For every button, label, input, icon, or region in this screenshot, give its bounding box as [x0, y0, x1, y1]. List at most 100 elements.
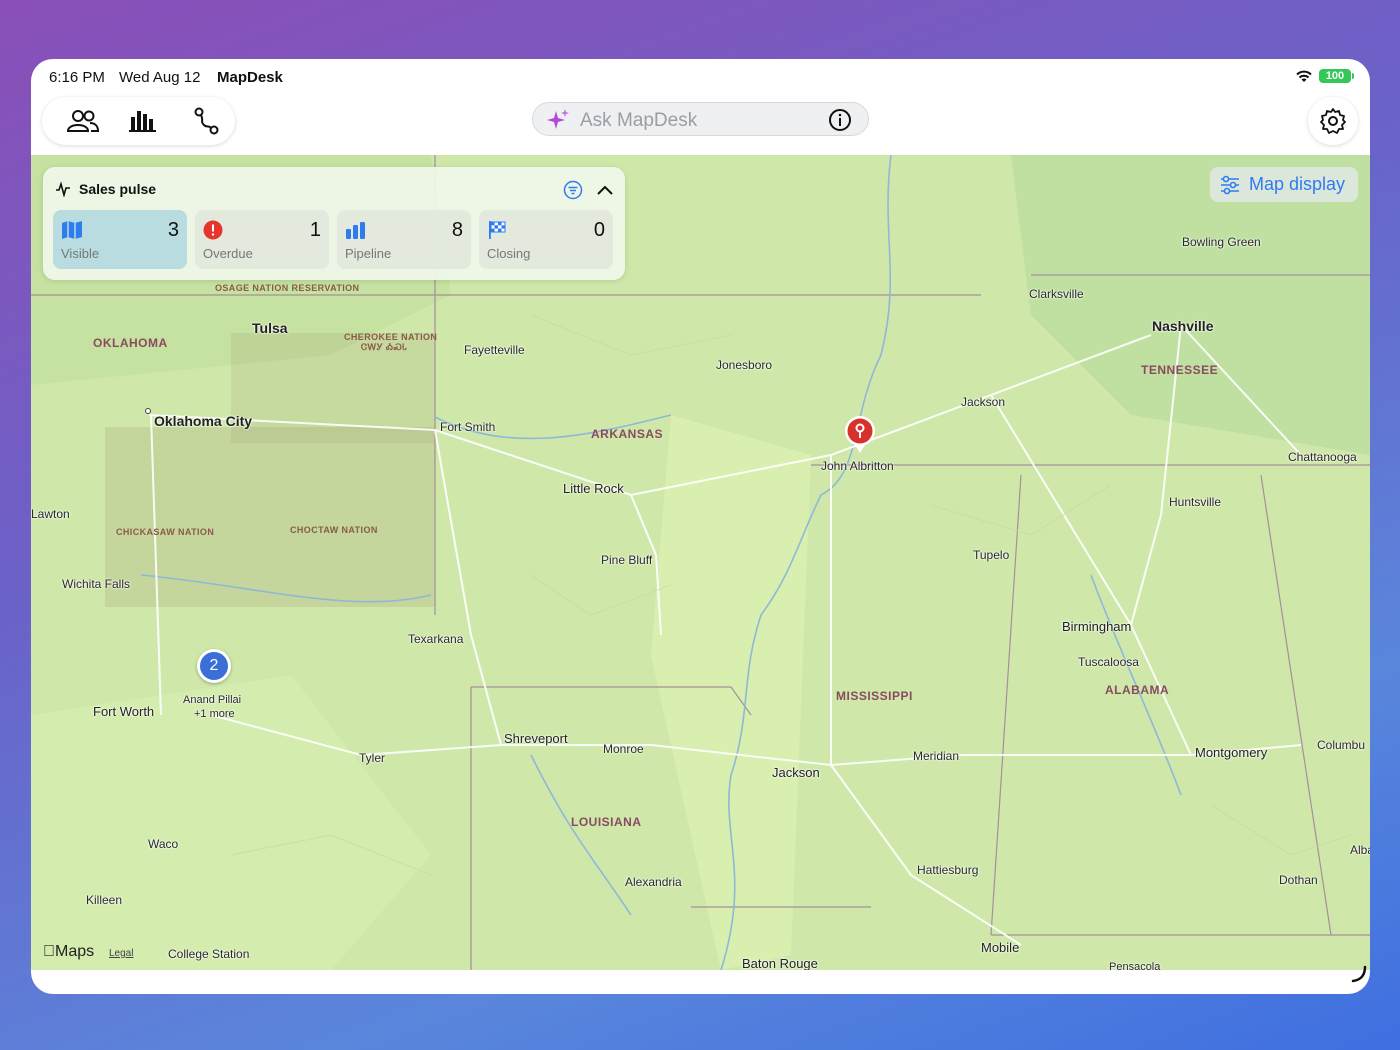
label-oklahoma: OKLAHOMA: [93, 336, 168, 350]
label-osage-nation: OSAGE NATION RESERVATION: [215, 283, 360, 293]
label-cherokee-nation: CHEROKEE NATION: [344, 332, 438, 342]
city-tyler: Tyler: [359, 751, 386, 765]
stat-overdue-label: Overdue: [203, 246, 253, 261]
stat-visible-value: 3: [167, 219, 179, 241]
stat-overdue-value: 1: [309, 219, 321, 241]
contact-pin-overdue[interactable]: [844, 415, 876, 455]
status-time: 6:16 PM: [49, 69, 105, 86]
stat-closing[interactable]: 0 Closing: [479, 210, 613, 269]
map-display-label: Map display: [1249, 174, 1346, 194]
ask-search-field[interactable]: Ask MapDesk: [532, 102, 869, 136]
city-fayetteville: Fayetteville: [464, 343, 525, 357]
gear-icon: [1320, 108, 1346, 134]
city-fort-worth: Fort Worth: [93, 704, 155, 719]
resize-handle-icon[interactable]: [1349, 965, 1367, 983]
chevron-up-icon[interactable]: [595, 180, 615, 200]
stat-closing-label: Closing: [487, 246, 531, 261]
cluster-label-more: +1 more: [194, 708, 235, 720]
city-tulsa: Tulsa: [252, 320, 288, 336]
city-jackson-tn: Jackson: [961, 395, 1006, 409]
sliders-icon: [1221, 175, 1239, 195]
stat-pipeline-value: 8: [451, 219, 463, 241]
label-cherokee-syllabary: ᏣᎳᎩ ᎣᏍᏓ: [361, 342, 408, 352]
stat-visible-label: Visible: [61, 246, 100, 261]
map-display-button[interactable]: Map display: [1210, 167, 1358, 202]
city-oklahoma-city: Oklahoma City: [154, 413, 253, 429]
city-lawton: Lawton: [31, 507, 70, 521]
label-louisiana: LOUISIANA: [571, 815, 642, 829]
city-alexandria: Alexandria: [625, 875, 682, 889]
city-mobile: Mobile: [981, 940, 1020, 955]
city-columbus: Columbu: [1317, 738, 1366, 752]
status-app-name: MapDesk: [217, 69, 283, 86]
label-tennessee: TENNESSEE: [1141, 363, 1219, 377]
flag-icon: [489, 221, 506, 239]
city-killeen: Killeen: [86, 893, 123, 907]
city-tupelo: Tupelo: [973, 548, 1010, 562]
bar-chart-icon: [129, 111, 156, 132]
city-fort-smith: Fort Smith: [440, 420, 496, 434]
stat-visible[interactable]: 3 Visible: [53, 210, 187, 269]
city-pensacola: Pensacola: [1109, 961, 1161, 970]
route-button[interactable]: [187, 105, 227, 137]
stat-pipeline-label: Pipeline: [345, 246, 392, 261]
cluster-label-anand-pillai: Anand Pillai: [183, 694, 242, 706]
city-bowling-green: Bowling Green: [1182, 235, 1261, 249]
activity-icon: [56, 181, 70, 197]
city-baton-rouge: Baton Rouge: [742, 956, 818, 970]
city-texarkana: Texarkana: [408, 632, 464, 646]
analytics-button[interactable]: [123, 105, 163, 137]
label-mississippi: MISSISSIPPI: [836, 689, 913, 703]
map-view[interactable]: OKLAHOMA ARKANSAS TENNESSEE MISSISSIPPI …: [31, 155, 1370, 970]
city-jackson-ms: Jackson: [772, 765, 820, 780]
toolbar-group: [42, 97, 235, 145]
sales-pulse-title: Sales pulse: [79, 181, 157, 197]
city-clarksville: Clarksville: [1029, 287, 1084, 301]
city-meridian: Meridian: [913, 749, 960, 763]
people-icon: [66, 110, 100, 132]
city-pine-bluff: Pine Bluff: [601, 553, 653, 567]
pin-label-john-albritton: John Albritton: [821, 459, 894, 473]
city-wichita-falls: Wichita Falls: [62, 577, 131, 591]
stat-pipeline[interactable]: 8 Pipeline: [337, 210, 471, 269]
city-jonesboro: Jonesboro: [716, 358, 773, 372]
stat-overdue[interactable]: 1 Overdue: [195, 210, 329, 269]
legal-link[interactable]: Legal: [109, 948, 133, 959]
contact-cluster-pin[interactable]: 2: [197, 649, 231, 683]
city-hattiesburg: Hattiesburg: [917, 863, 979, 877]
city-shreveport: Shreveport: [504, 731, 568, 746]
route-icon: [194, 107, 219, 135]
maps-attribution-text: Maps: [43, 943, 94, 960]
info-icon[interactable]: [828, 108, 852, 132]
settings-button[interactable]: [1308, 97, 1358, 145]
city-dothan: Dothan: [1279, 873, 1318, 887]
search-placeholder: Ask MapDesk: [580, 110, 698, 131]
label-alabama: ALABAMA: [1105, 683, 1170, 697]
status-bar: 6:16 PM Wed Aug 12 MapDesk 100: [31, 59, 1370, 93]
ipad-window: 6:16 PM Wed Aug 12 MapDesk 100 Ask MapDe…: [31, 59, 1370, 994]
city-chattanooga: Chattanooga: [1288, 450, 1357, 464]
city-little-rock: Little Rock: [563, 481, 624, 496]
sales-pulse-panel: Sales pulse 3 Visible 1 Overdue 8 Pipeli…: [43, 167, 625, 280]
city-tuscaloosa: Tuscaloosa: [1078, 655, 1139, 669]
city-waco: Waco: [148, 837, 179, 851]
city-nashville: Nashville: [1152, 318, 1214, 334]
wifi-icon: [1296, 70, 1312, 82]
label-choctaw-nation: CHOCTAW NATION: [290, 525, 378, 535]
pipeline-icon: [346, 222, 365, 239]
city-albany: Alba: [1350, 843, 1370, 857]
stat-closing-value: 0: [593, 219, 605, 241]
label-arkansas: ARKANSAS: [591, 427, 664, 441]
maps-attribution: Maps: [43, 943, 94, 961]
city-huntsville: Huntsville: [1169, 495, 1222, 509]
city-birmingham: Birmingham: [1062, 619, 1132, 634]
people-button[interactable]: [63, 105, 103, 137]
sparkle-icon: [547, 109, 569, 129]
battery-indicator: 100: [1319, 69, 1354, 83]
city-monroe: Monroe: [603, 742, 644, 756]
city-dot-okc: [145, 408, 151, 414]
alert-icon: [203, 220, 223, 240]
city-montgomery: Montgomery: [1195, 745, 1268, 760]
label-chickasaw-nation: CHICKASAW NATION: [116, 527, 215, 537]
filter-icon[interactable]: [563, 180, 583, 200]
